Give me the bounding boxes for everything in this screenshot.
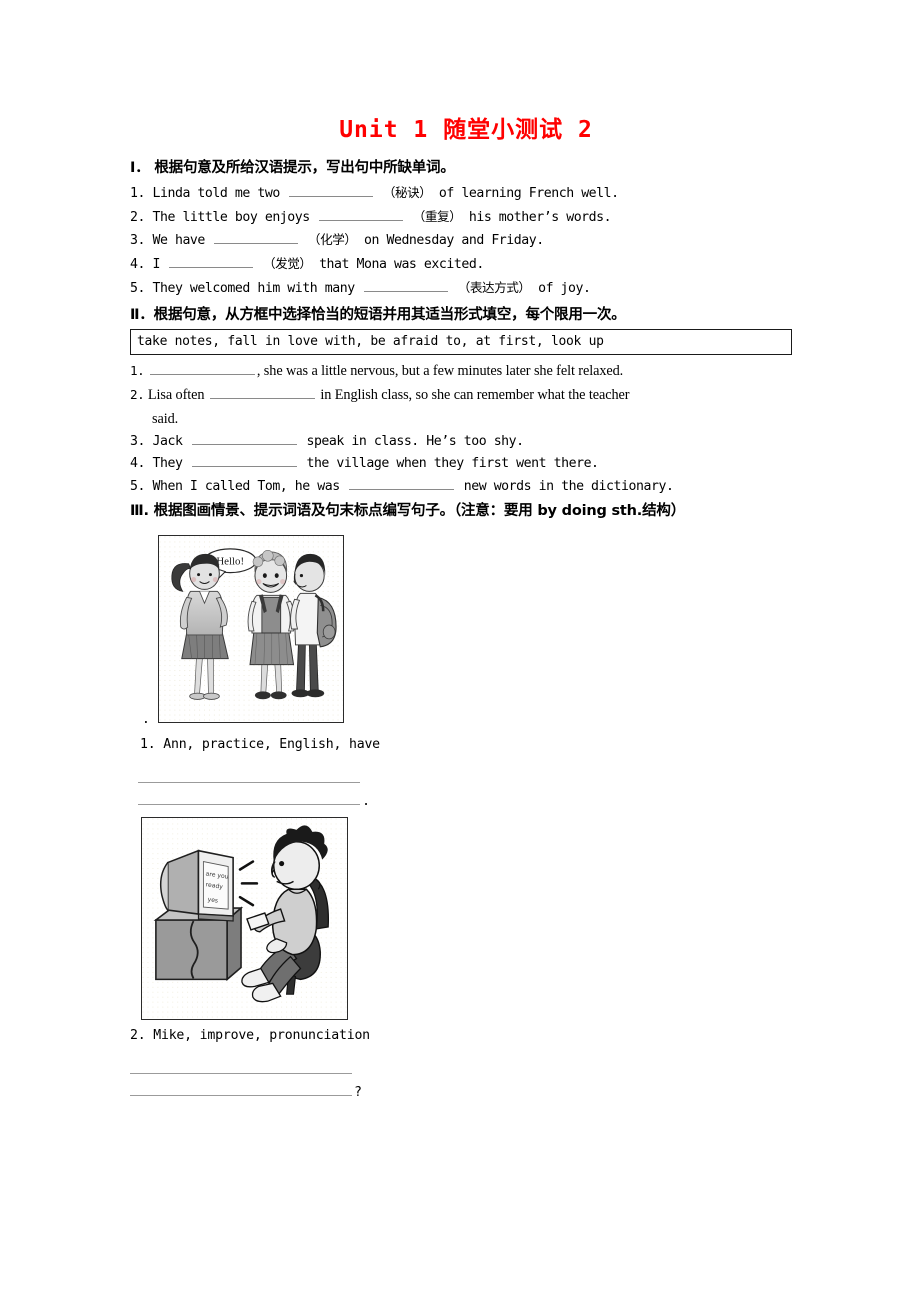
- question-item: 4. I （发觉） that Mona was excited.: [130, 253, 792, 277]
- answer-endmark: .: [362, 793, 370, 809]
- question-text-after: new words in the dictionary.: [463, 479, 674, 494]
- svg-text:yes: yes: [207, 896, 218, 904]
- answer-line[interactable]: .: [138, 783, 370, 809]
- answer-blank[interactable]: [191, 431, 297, 445]
- question-number: 3.: [130, 233, 145, 249]
- question-item: 4. They the village when they first went…: [130, 453, 792, 476]
- question-item: 5. When I called Tom, he was new words i…: [130, 476, 792, 499]
- question-text-before: They welcomed him with many: [152, 280, 355, 296]
- section-1-heading: Ⅰ． 根据句意及所给汉语提示，写出句中所缺单词。: [130, 160, 455, 176]
- word-bank-box: take notes, fall in love with, be afraid…: [130, 328, 792, 355]
- question-number: 2.: [130, 386, 145, 402]
- question-item: 5. They welcomed him with many （表达方式） of…: [130, 277, 792, 301]
- answer-blank[interactable]: [214, 231, 299, 245]
- chinese-hint: （化学）: [307, 232, 357, 248]
- figure-1-wrap: Hello! .: [130, 534, 792, 727]
- answer-line[interactable]: [130, 1052, 352, 1074]
- question-continuation: said.: [152, 410, 179, 427]
- worksheet-content: Unit 1 随堂小测试 2 Ⅰ． 根据句意及所给汉语提示，写出句中所缺单词。 …: [130, 110, 792, 1100]
- question-text-before: When I called Tom, he was: [152, 479, 340, 494]
- answer-blank[interactable]: [349, 476, 455, 490]
- question-text-after: his mother’s words.: [468, 209, 612, 225]
- figure-1-trailing-punct: .: [142, 711, 150, 727]
- question-text-before: We have: [152, 233, 205, 249]
- question-number: 5.: [130, 479, 145, 494]
- question-text-after: speak in class. He’s too shy.: [306, 433, 524, 449]
- answer-endmark: ?: [354, 1084, 362, 1100]
- question-text-before: The little boy enjoys: [152, 209, 310, 225]
- question-number: 1.: [130, 362, 145, 378]
- section-2-heading: Ⅱ．根据句意，从方框中选择恰当的短语并用其适当形式填空，每个限用一次。: [130, 306, 626, 323]
- question-text-after: , she was a little nervous, but a few mi…: [256, 362, 624, 379]
- answer-blank[interactable]: [319, 207, 404, 221]
- answer-blank[interactable]: [169, 255, 254, 269]
- boy-at-computer-illustration: are you ready yes: [141, 816, 348, 1020]
- sentence-prompt-2: 2. Mike, improve, pronunciation: [130, 1027, 370, 1043]
- question-text-before: They: [152, 456, 183, 472]
- answer-blank[interactable]: [289, 183, 374, 198]
- question-item: 2. Lisa often in English class, so she c…: [130, 383, 792, 407]
- question-item: 2. The little boy enjoys （重复） his mother…: [130, 206, 792, 230]
- question-text-after: in English class, so she can remember wh…: [320, 386, 630, 403]
- question-text-after: on Wednesday and Friday.: [364, 233, 544, 249]
- question-text-after: that Mona was excited.: [319, 257, 484, 273]
- question-item: 1. , she was a little nervous, but a few…: [130, 359, 792, 383]
- question-number: 1.: [130, 186, 145, 202]
- answer-blank[interactable]: [149, 360, 255, 375]
- question-text-after: of joy.: [538, 280, 591, 296]
- answer-line[interactable]: ?: [130, 1074, 362, 1100]
- worksheet-page: Unit 1 随堂小测试 2 Ⅰ． 根据句意及所给汉语提示，写出句中所缺单词。 …: [0, 0, 920, 1302]
- question-number: 2.: [130, 209, 145, 225]
- question-number: 3.: [130, 433, 145, 449]
- question-text-before: Lisa often: [147, 386, 205, 403]
- question-item: 3. We have （化学） on Wednesday and Friday.: [130, 229, 792, 253]
- question-text-before: Jack: [152, 433, 183, 449]
- page-title: Unit 1 随堂小测试 2: [339, 117, 593, 143]
- chinese-hint: （发觉）: [262, 256, 312, 272]
- question-text-before: Linda told me two: [152, 186, 280, 202]
- chinese-hint: （表达方式）: [457, 279, 531, 295]
- chinese-hint: （重复）: [412, 208, 462, 224]
- question-text-before: I: [152, 257, 160, 273]
- sentence-prompt-1: 1. Ann, practice, English, have: [140, 736, 380, 752]
- answer-blank[interactable]: [191, 454, 297, 468]
- question-number: 5.: [130, 280, 145, 296]
- answer-line[interactable]: [138, 761, 360, 783]
- answer-blank[interactable]: [364, 278, 449, 292]
- question-item: 1. Linda told me two （秘诀） of learning Fr…: [130, 182, 792, 206]
- question-number: 4.: [130, 456, 145, 472]
- answer-blank[interactable]: [209, 384, 315, 399]
- question-text-after: the village when they first went there.: [306, 456, 599, 472]
- svg-text:Hello!: Hello!: [216, 555, 244, 567]
- three-students-greeting-illustration: Hello!: [158, 534, 344, 723]
- section-3-heading: Ⅲ. 根据图画情景、提示词语及句末标点编写句子。（注意：要用 by doing …: [130, 502, 685, 519]
- question-text-after: of learning French well.: [438, 186, 619, 202]
- question-item: 3. Jack speak in class. He’s too shy.: [130, 431, 792, 454]
- question-number: 4.: [130, 257, 145, 273]
- chinese-hint: （秘诀）: [382, 185, 432, 201]
